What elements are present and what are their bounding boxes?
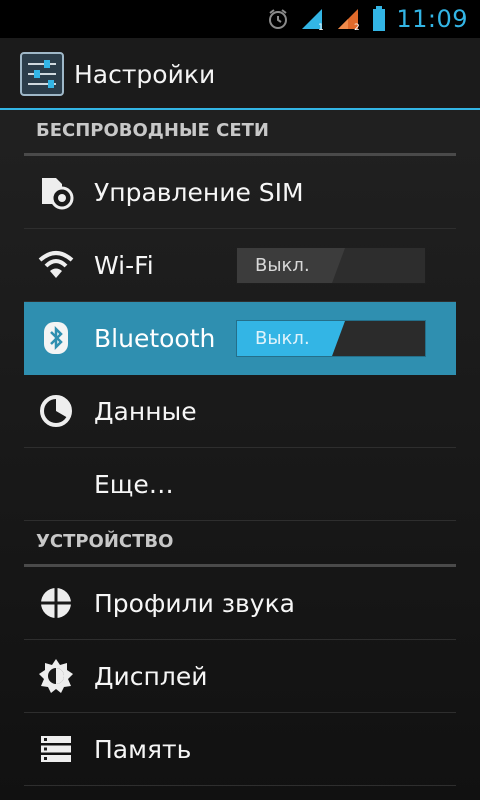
wifi-icon bbox=[38, 247, 74, 283]
battery-icon bbox=[372, 6, 386, 32]
section-header-device: УСТРОЙСТВО bbox=[24, 521, 456, 567]
svg-text:2: 2 bbox=[354, 23, 360, 31]
storage-icon bbox=[38, 731, 74, 767]
status-bar: 1 2 11:09 bbox=[0, 0, 480, 38]
settings-item-more[interactable]: Еще… bbox=[24, 448, 456, 521]
status-time: 11:09 bbox=[396, 5, 468, 33]
toggle-state-label: Выкл. bbox=[255, 328, 310, 349]
signal-sim1-icon: 1 bbox=[300, 7, 326, 31]
svg-text:1: 1 bbox=[318, 23, 324, 31]
settings-sliders-icon[interactable] bbox=[20, 52, 64, 96]
settings-item-data[interactable]: Данные bbox=[24, 375, 456, 448]
settings-screen: 1 2 11:09 Настройки БЕСПРОВОДНЫЕ СЕТИ Уп… bbox=[0, 0, 480, 800]
settings-item-label: Еще… bbox=[94, 469, 174, 499]
settings-item-sound-profiles[interactable]: Профили звука bbox=[24, 567, 456, 640]
bluetooth-toggle[interactable]: Выкл. bbox=[236, 320, 426, 357]
sim-manage-icon bbox=[38, 174, 74, 210]
settings-item-label: Данные bbox=[94, 396, 197, 426]
signal-sim2-icon: 2 bbox=[336, 7, 362, 31]
bluetooth-icon bbox=[38, 320, 74, 356]
settings-item-label: Управление SIM bbox=[94, 177, 304, 207]
alarm-icon bbox=[266, 7, 290, 31]
settings-item-label: Дисплей bbox=[94, 661, 208, 691]
settings-list: БЕСПРОВОДНЫЕ СЕТИ Управление SIM Wi-Fi В… bbox=[24, 110, 456, 786]
wifi-toggle[interactable]: Выкл. bbox=[236, 247, 426, 284]
settings-item-label: Память bbox=[94, 734, 192, 764]
settings-item-sim-manage[interactable]: Управление SIM bbox=[24, 156, 456, 229]
settings-item-wifi[interactable]: Wi-Fi Выкл. bbox=[24, 229, 456, 302]
settings-item-bluetooth[interactable]: Bluetooth Выкл. bbox=[24, 302, 456, 375]
display-icon bbox=[38, 658, 74, 694]
page-title: Настройки bbox=[74, 59, 216, 89]
more-placeholder bbox=[38, 466, 74, 502]
action-bar: Настройки bbox=[0, 38, 480, 110]
settings-item-storage[interactable]: Память bbox=[24, 713, 456, 786]
settings-item-label: Bluetooth bbox=[94, 323, 216, 353]
settings-item-label: Wi-Fi bbox=[94, 250, 154, 280]
sound-profile-icon bbox=[38, 585, 74, 621]
settings-item-label: Профили звука bbox=[94, 588, 296, 618]
settings-item-display[interactable]: Дисплей bbox=[24, 640, 456, 713]
data-usage-icon bbox=[38, 393, 74, 429]
toggle-state-label: Выкл. bbox=[255, 255, 310, 276]
section-header-wireless: БЕСПРОВОДНЫЕ СЕТИ bbox=[24, 110, 456, 156]
